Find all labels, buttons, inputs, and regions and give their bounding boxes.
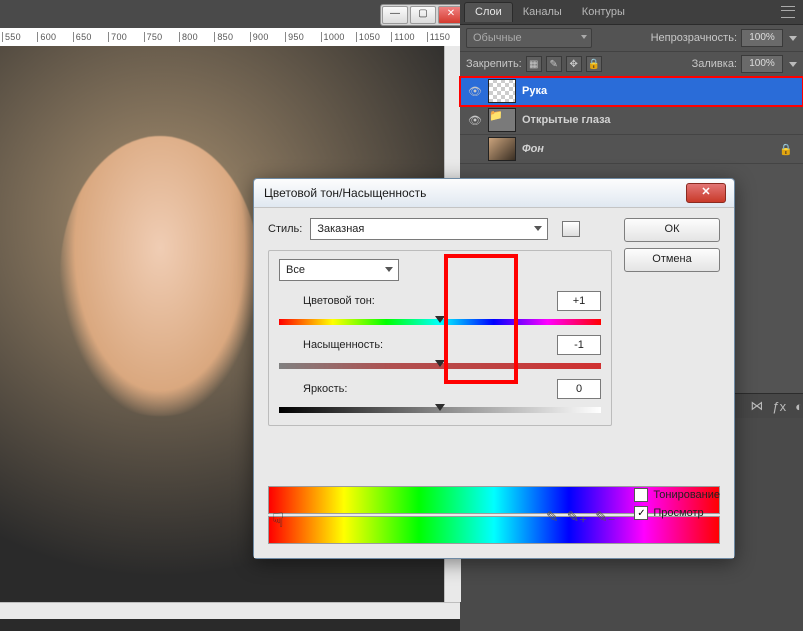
- dialog-titlebar[interactable]: Цветовой тон/Насыщенность ✕: [254, 179, 734, 208]
- folder-thumbnail[interactable]: 📁: [488, 108, 516, 132]
- saturation-input[interactable]: -1: [557, 335, 601, 355]
- eyedropper-add-icon[interactable]: ✎₊: [567, 508, 588, 526]
- layer-mask-icon[interactable]: ◐: [795, 399, 803, 414]
- layer-name[interactable]: Фон: [522, 143, 544, 155]
- lock-pixels-icon[interactable]: ✎: [546, 56, 562, 72]
- tab-channels[interactable]: Каналы: [513, 3, 572, 22]
- blend-mode-value: Обычные: [473, 32, 522, 44]
- horizontal-ruler: 5506006507007508008509009501000105011001…: [0, 28, 462, 47]
- hue-input[interactable]: +1: [557, 291, 601, 311]
- lock-transparency-icon[interactable]: ▦: [526, 56, 542, 72]
- eyedropper-subtract-icon[interactable]: ✎₋: [595, 508, 616, 526]
- lightness-input[interactable]: 0: [557, 379, 601, 399]
- channel-value: Все: [286, 264, 305, 276]
- eyedropper-group: ✎ ✎₊ ✎₋: [546, 508, 616, 526]
- window-controls: — ▢ ✕: [380, 4, 466, 26]
- hue-saturation-dialog: Цветовой тон/Насыщенность ✕ Стиль: Заказ…: [253, 178, 735, 559]
- horizontal-scrollbar[interactable]: [0, 602, 460, 619]
- layer-name[interactable]: Открытые глаза: [522, 114, 611, 126]
- saturation-slider[interactable]: [279, 359, 601, 369]
- layer-style-icon[interactable]: ƒx: [772, 399, 786, 414]
- layer-row-background[interactable]: Фон 🔒: [460, 135, 803, 164]
- layer-row-eyes[interactable]: 👁 📁 Открытые глаза: [460, 106, 803, 135]
- opacity-value[interactable]: 100%: [741, 29, 783, 47]
- tab-layers[interactable]: Слои: [464, 2, 513, 22]
- opacity-label: Непрозрачность:: [651, 32, 737, 44]
- fill-value[interactable]: 100%: [741, 55, 783, 73]
- preview-checkbox[interactable]: ✓Просмотр: [634, 506, 720, 520]
- lightness-slider[interactable]: [279, 403, 601, 413]
- lock-label: Закрепить:: [466, 58, 522, 70]
- visibility-icon[interactable]: 👁: [464, 85, 486, 98]
- saturation-label: Насыщенность:: [279, 339, 557, 351]
- fill-label: Заливка:: [692, 58, 737, 70]
- layer-name[interactable]: Рука: [522, 85, 547, 97]
- minimize-button[interactable]: —: [382, 6, 408, 24]
- hue-slider[interactable]: [279, 315, 601, 325]
- preset-options-icon[interactable]: [562, 221, 580, 237]
- layer-thumbnail[interactable]: [488, 79, 516, 103]
- eyedropper-icon[interactable]: ✎: [546, 508, 559, 526]
- style-value: Заказная: [317, 223, 364, 235]
- layer-row-hand[interactable]: 👁 Рука: [460, 77, 803, 106]
- hue-strip-bottom: [268, 516, 720, 544]
- tab-paths[interactable]: Контуры: [572, 3, 635, 22]
- colorize-label: Тонирование: [653, 489, 720, 501]
- layer-thumbnail[interactable]: [488, 137, 516, 161]
- hue-label: Цветовой тон:: [279, 295, 557, 307]
- lock-icon: 🔒: [779, 143, 793, 156]
- cancel-button[interactable]: Отмена: [624, 248, 720, 272]
- lightness-label: Яркость:: [279, 383, 557, 395]
- colorize-checkbox[interactable]: Тонирование: [634, 488, 720, 502]
- maximize-button[interactable]: ▢: [410, 6, 436, 24]
- ok-button[interactable]: ОК: [624, 218, 720, 242]
- preview-label: Просмотр: [653, 507, 703, 519]
- dialog-close-button[interactable]: ✕: [686, 183, 726, 203]
- lock-position-icon[interactable]: ✥: [566, 56, 582, 72]
- scrubby-hand-icon[interactable]: ☟: [272, 508, 284, 533]
- link-layers-icon[interactable]: ⋈: [750, 398, 763, 414]
- panel-menu-icon[interactable]: [781, 6, 795, 18]
- lock-all-icon[interactable]: 🔒: [586, 56, 602, 72]
- visibility-icon[interactable]: 👁: [464, 114, 486, 127]
- style-dropdown[interactable]: Заказная: [310, 218, 548, 240]
- style-label: Стиль:: [268, 223, 302, 235]
- channel-dropdown[interactable]: Все: [279, 259, 399, 281]
- dialog-title: Цветовой тон/Насыщенность: [264, 186, 426, 200]
- panel-tabs: Слои Каналы Контуры: [460, 0, 803, 25]
- blend-mode-dropdown[interactable]: Обычные: [466, 28, 592, 48]
